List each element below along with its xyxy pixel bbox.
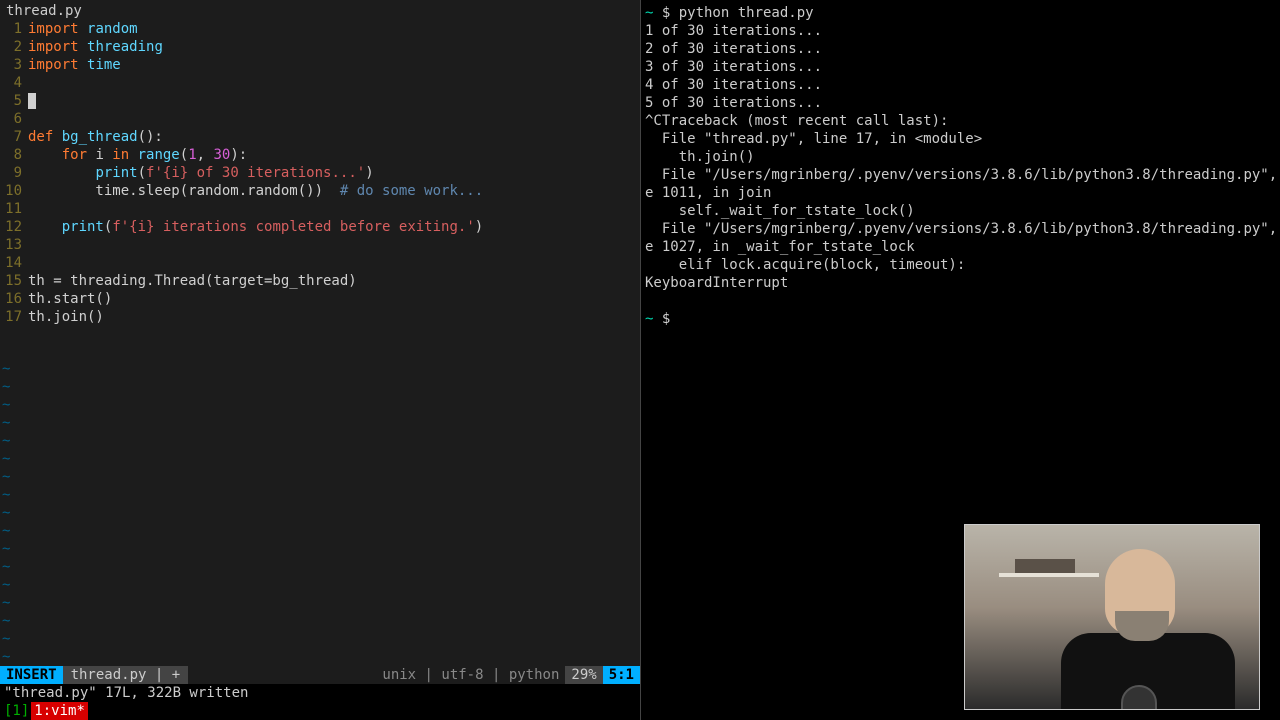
text-cursor — [28, 93, 36, 109]
code-area[interactable]: 1import random2import threading3import t… — [0, 20, 640, 360]
line-number: 2 — [2, 38, 28, 56]
split-terminal: thread.py 1import random2import threadin… — [0, 0, 1280, 720]
terminal-line: e 1027, in _wait_for_tstate_lock — [645, 238, 1280, 256]
message-line: "thread.py" 17L, 322B written — [0, 684, 640, 702]
line-number: 16 — [2, 290, 28, 308]
line-number: 11 — [2, 200, 28, 218]
code-line[interactable]: 4 — [2, 74, 640, 92]
terminal-line: e 1011, in join — [645, 184, 1280, 202]
terminal-line: 3 of 30 iterations... — [645, 58, 1280, 76]
terminal-line: ^CTraceback (most recent call last): — [645, 112, 1280, 130]
statusline-file: thread.py | + — [63, 666, 189, 684]
tmux-session: [1] — [4, 702, 29, 720]
line-number: 5 — [2, 92, 28, 110]
mode-indicator: INSERT — [0, 666, 63, 684]
code-line[interactable]: 3import time — [2, 56, 640, 74]
terminal-line: 1 of 30 iterations... — [645, 22, 1280, 40]
statusline: INSERT thread.py | + unix | utf-8 | pyth… — [0, 666, 640, 684]
code-line[interactable]: 12 print(f'{i} iterations completed befo… — [2, 218, 640, 236]
tmux-statusline: [1] 1:vim* — [0, 702, 640, 720]
editor-filename: thread.py — [0, 0, 640, 20]
webcam-overlay — [964, 524, 1260, 710]
line-number: 9 — [2, 164, 28, 182]
line-number: 6 — [2, 110, 28, 128]
code-line[interactable]: 10 time.sleep(random.random()) # do some… — [2, 182, 640, 200]
code-line[interactable]: 2import threading — [2, 38, 640, 56]
empty-lines: ~~~~~~~~~~~~~~~~~ — [0, 360, 640, 666]
code-line[interactable]: 9 print(f'{i} of 30 iterations...') — [2, 164, 640, 182]
code-line[interactable]: 8 for i in range(1, 30): — [2, 146, 640, 164]
line-number: 7 — [2, 128, 28, 146]
code-line[interactable]: 6 — [2, 110, 640, 128]
code-line[interactable]: 7def bg_thread(): — [2, 128, 640, 146]
terminal-line: File "/Users/mgrinberg/.pyenv/versions/3… — [645, 166, 1280, 184]
line-number: 1 — [2, 20, 28, 38]
code-line[interactable]: 15th = threading.Thread(target=bg_thread… — [2, 272, 640, 290]
terminal-line: ~ $ python thread.py — [645, 4, 1280, 22]
terminal-line: self._wait_for_tstate_lock() — [645, 202, 1280, 220]
terminal-line: 5 of 30 iterations... — [645, 94, 1280, 112]
terminal-line: elif lock.acquire(block, timeout): — [645, 256, 1280, 274]
statusline-pos: 5:1 — [603, 666, 640, 684]
line-number: 15 — [2, 272, 28, 290]
editor-pane[interactable]: thread.py 1import random2import threadin… — [0, 0, 640, 720]
statusline-percent: 29% — [565, 666, 602, 684]
terminal-line: KeyboardInterrupt — [645, 274, 1280, 292]
terminal-line — [645, 292, 1280, 310]
terminal-line: th.join() — [645, 148, 1280, 166]
code-line[interactable]: 13 — [2, 236, 640, 254]
code-line[interactable]: 14 — [2, 254, 640, 272]
terminal-line: File "/Users/mgrinberg/.pyenv/versions/3… — [645, 220, 1280, 238]
line-number: 4 — [2, 74, 28, 92]
code-line[interactable]: 5 — [2, 92, 640, 110]
line-number: 13 — [2, 236, 28, 254]
line-number: 14 — [2, 254, 28, 272]
terminal-line: 4 of 30 iterations... — [645, 76, 1280, 94]
line-number: 8 — [2, 146, 28, 164]
line-number: 17 — [2, 308, 28, 326]
terminal-line: 2 of 30 iterations... — [645, 40, 1280, 58]
terminal-line: ~ $ — [645, 310, 1280, 328]
code-line[interactable]: 11 — [2, 200, 640, 218]
code-line[interactable]: 16th.start() — [2, 290, 640, 308]
code-line[interactable]: 17th.join() — [2, 308, 640, 326]
statusline-info: unix | utf-8 | python — [188, 666, 565, 684]
line-number: 12 — [2, 218, 28, 236]
line-number: 10 — [2, 182, 28, 200]
line-number: 3 — [2, 56, 28, 74]
terminal-line: File "thread.py", line 17, in <module> — [645, 130, 1280, 148]
code-line[interactable]: 1import random — [2, 20, 640, 38]
tmux-window: 1:vim* — [31, 702, 88, 720]
